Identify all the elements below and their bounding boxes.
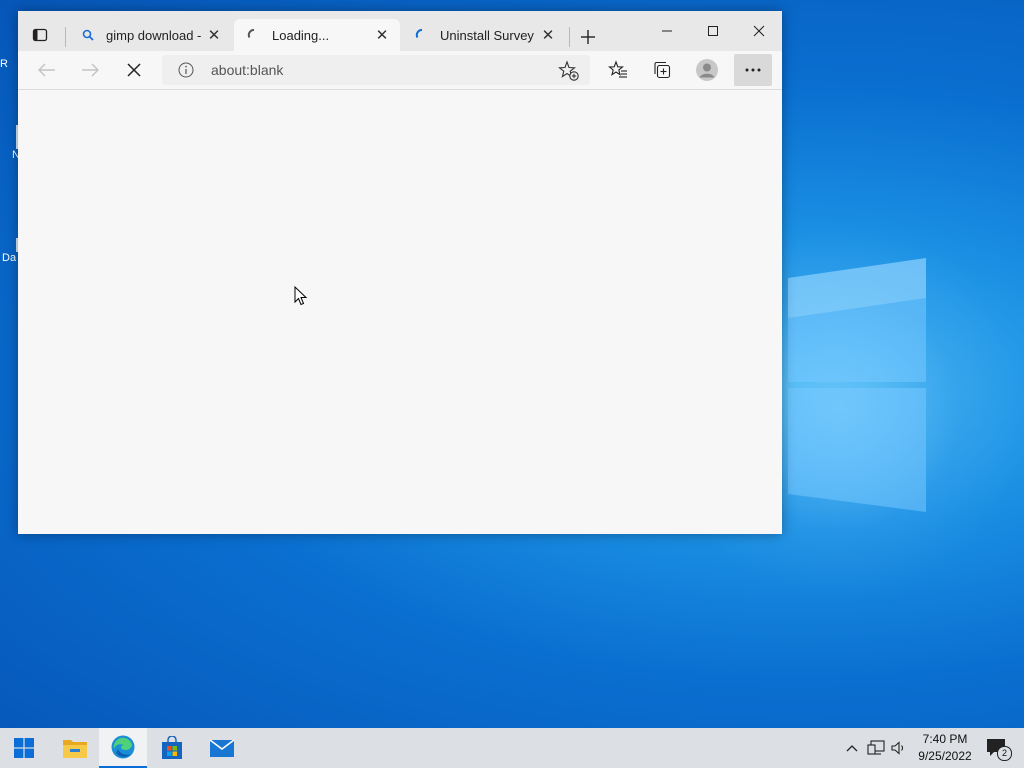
add-favorite-icon[interactable] — [558, 60, 580, 82]
speaker-icon — [891, 741, 904, 755]
taskbar-edge[interactable] — [99, 728, 147, 768]
more-dots-icon — [745, 68, 761, 72]
back-arrow-icon — [38, 63, 55, 77]
browser-window: gimp download - S ✕ Loading... ✕ Uninsta… — [18, 11, 782, 534]
chevron-up-icon — [846, 745, 858, 752]
search-icon — [80, 27, 96, 43]
forward-button[interactable] — [75, 55, 105, 85]
clock-time: 7:40 PM — [922, 732, 968, 746]
tab-actions-button[interactable] — [26, 21, 54, 49]
forward-arrow-icon — [82, 63, 99, 77]
taskbar-clock[interactable]: 7:40 PM 9/25/2022 — [908, 731, 982, 765]
page-content[interactable] — [18, 90, 782, 534]
mouse-cursor-icon — [294, 286, 308, 306]
notification-count-badge: 2 — [997, 746, 1012, 761]
taskbar-store[interactable] — [148, 728, 196, 768]
show-hidden-icons-button[interactable] — [842, 728, 862, 768]
loading-spinner-icon — [246, 27, 262, 43]
taskbar-file-explorer[interactable] — [51, 728, 99, 768]
close-tab-icon[interactable]: ✕ — [204, 25, 224, 45]
file-explorer-icon — [63, 740, 87, 758]
notifications-button[interactable]: 2 — [984, 728, 1012, 768]
profile-button[interactable] — [692, 55, 722, 85]
avatar-icon — [696, 59, 718, 81]
start-icon — [14, 738, 34, 758]
stop-loading-button[interactable] — [119, 55, 149, 85]
favorites-icon — [608, 60, 627, 78]
tab-title: gimp download - S — [106, 27, 204, 43]
network-icon — [867, 740, 885, 755]
clock-date: 9/25/2022 — [918, 749, 972, 763]
minimize-button[interactable] — [644, 11, 690, 51]
loading-spinner-icon — [414, 27, 430, 43]
tab-uninstall-survey[interactable]: Uninstall Survey - U ✕ — [402, 19, 566, 51]
taskbar-mail[interactable] — [198, 728, 246, 768]
volume-button[interactable] — [888, 728, 910, 768]
store-icon — [162, 736, 182, 759]
info-icon[interactable] — [178, 62, 194, 78]
close-window-button[interactable] — [736, 11, 782, 51]
maximize-icon — [708, 26, 718, 36]
collections-button[interactable] — [647, 55, 677, 85]
favorites-button[interactable] — [603, 55, 633, 85]
windows-logo-wallpaper — [788, 258, 926, 512]
tab-actions-icon — [32, 28, 48, 42]
tab-separator — [569, 27, 570, 47]
new-tab-button[interactable] — [576, 25, 600, 49]
taskbar: 7:40 PM 9/25/2022 2 — [0, 728, 1024, 768]
tab-separator — [65, 27, 66, 47]
mail-icon — [209, 739, 235, 757]
browser-toolbar: about:blank — [18, 51, 782, 90]
start-button[interactable] — [0, 728, 48, 768]
desktop-icon-label: Da — [2, 252, 17, 264]
address-url[interactable]: about:blank — [211, 62, 283, 78]
maximize-button[interactable] — [690, 11, 736, 51]
desktop-icon-label: R — [0, 58, 8, 70]
tab-title: Loading... — [272, 27, 330, 43]
tab-title: Uninstall Survey - U — [440, 27, 538, 43]
address-bar[interactable]: about:blank — [162, 55, 590, 85]
close-tab-icon[interactable]: ✕ — [372, 25, 392, 45]
plus-icon — [581, 30, 595, 44]
network-button[interactable] — [864, 728, 888, 768]
close-tab-icon[interactable]: ✕ — [538, 25, 558, 45]
stop-icon — [127, 63, 141, 77]
close-icon — [753, 25, 765, 37]
back-button[interactable] — [32, 55, 62, 85]
edge-icon — [111, 735, 135, 759]
tab-gimp-download[interactable]: gimp download - S ✕ — [68, 19, 232, 51]
collections-icon — [654, 61, 671, 79]
settings-more-button[interactable] — [734, 54, 772, 86]
minimize-icon — [662, 30, 672, 32]
tab-loading[interactable]: Loading... ✕ — [234, 19, 400, 51]
tab-bar: gimp download - S ✕ Loading... ✕ Uninsta… — [18, 11, 782, 51]
